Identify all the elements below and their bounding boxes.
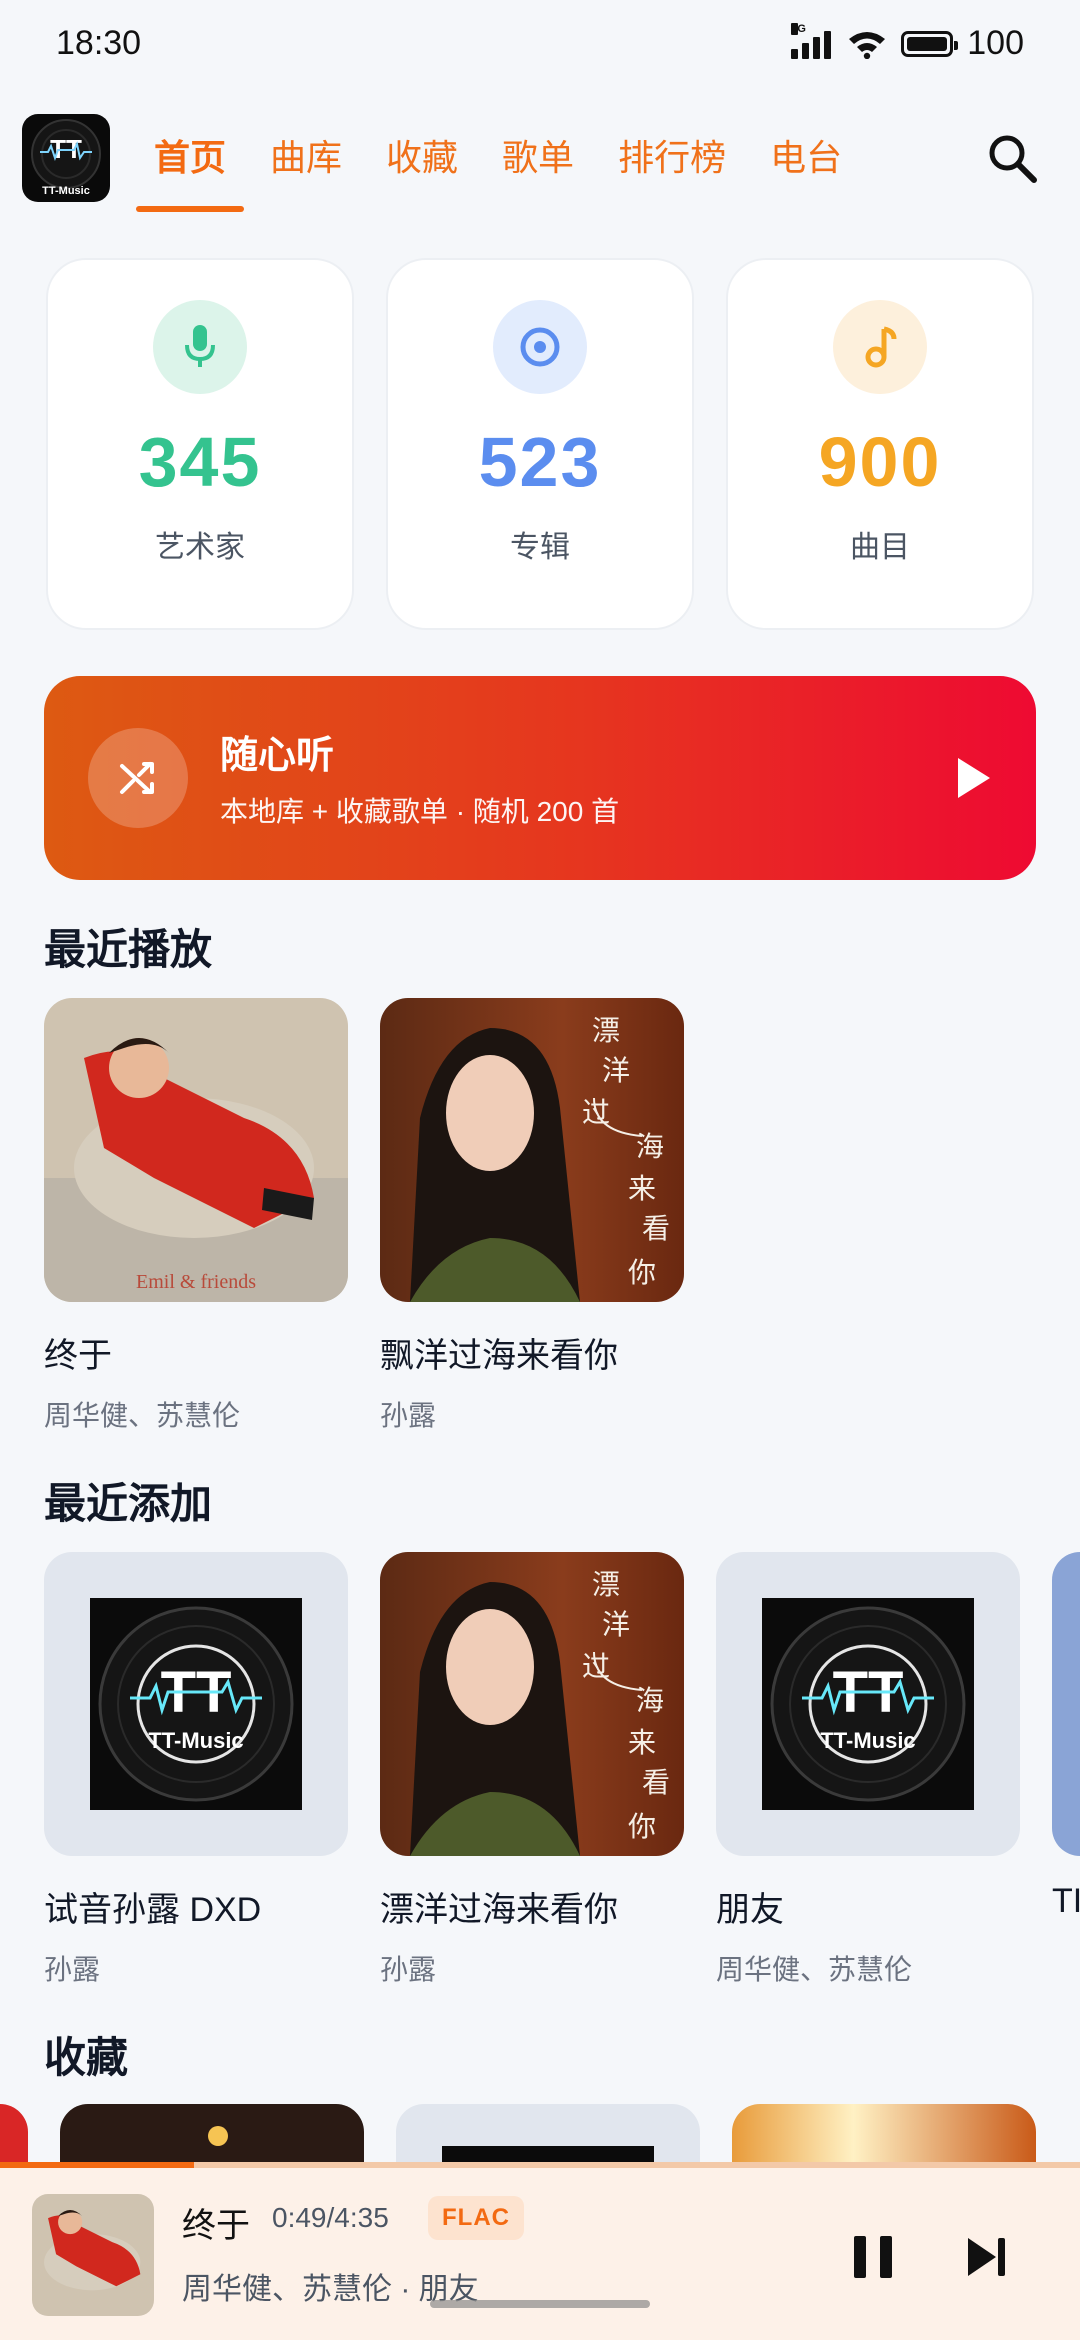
signal-icon: 5G [791,22,833,59]
album-cover-blue [1052,1552,1080,1856]
stat-value: 345 [138,423,262,501]
item-title[interactable]: 飘洋过海来看你 [380,1328,618,1377]
section-title-recent-played: 最近播放 [44,926,213,973]
tab-playlists[interactable]: 歌单 [484,108,592,208]
stat-card-albums[interactable]: 523 专辑 [386,258,694,630]
top-nav: TT TT-Music 首页 曲库 收藏 歌单 排行榜 电台 [0,108,1080,218]
search-icon[interactable] [984,130,1040,186]
tab-home[interactable]: 首页 [136,108,245,212]
shuffle-title: 随心听 [220,735,335,777]
svg-text:漂: 漂 [592,1568,620,1601]
favorite-cover[interactable] [0,2104,28,2162]
svg-text:来: 来 [628,1172,656,1205]
item-title[interactable]: 漂洋过海来看你 [380,1882,618,1931]
stat-label: 曲目 [850,531,910,564]
clipped-item[interactable]: TI YC [1052,1552,1080,1952]
stat-card-tracks[interactable]: 900 曲目 [726,258,1034,630]
item-artist: 周华健、苏慧伦 [44,1400,241,1431]
item-artist: 孙露 [44,1954,101,1985]
status-icons: 5G 100 [791,22,1024,63]
item-artist: YC [1052,1948,1080,1952]
album-cover-sunlu[interactable]: 漂 洋 过 海 来 看 你 [380,998,684,1302]
app-logo[interactable]: TT TT-Music [22,114,110,202]
item-title[interactable]: 终于 [44,1328,112,1377]
item-title[interactable]: 试音孙露 DXD [44,1882,261,1931]
stat-label: 艺术家 [155,531,245,564]
section-title-recent-added: 最近添加 [44,1480,213,1527]
status-time: 18:30 [56,24,142,62]
svg-text:洋: 洋 [602,1608,630,1641]
svg-text:Emil & friends: Emil & friends [136,1271,256,1293]
pause-icon[interactable] [850,2232,896,2282]
now-playing-cover[interactable] [32,2194,154,2316]
stat-value: 523 [478,423,602,501]
svg-text:TT-Music: TT-Music [148,1728,243,1753]
shuffle-subtitle: 本地库 + 收藏歌单 · 随机 200 首 [220,796,620,827]
wifi-icon [849,31,886,59]
svg-text:TT-Music: TT-Music [42,185,90,197]
status-bar: 18:30 5G 100 [0,0,1080,92]
battery-level: 100 [967,24,1024,62]
tab-charts[interactable]: 排行榜 [600,108,744,208]
svg-text:洋: 洋 [602,1054,630,1087]
svg-text:来: 来 [628,1726,656,1759]
now-playing-bar[interactable]: 终于 0:49/4:35 FLAC 周华健、苏慧伦 · 朋友 [0,2168,1080,2340]
stat-card-artists[interactable]: 345 艺术家 [46,258,354,630]
favorite-cover[interactable] [60,2104,364,2162]
item-artist: 孙露 [380,1400,437,1431]
stat-label: 专辑 [510,531,570,564]
home-indicator[interactable] [430,2300,650,2308]
format-badge: FLAC [428,2196,524,2240]
tab-radio[interactable]: 电台 [752,108,860,208]
disc-icon [493,300,587,394]
favorites-row [0,2104,1080,2162]
now-playing-title: 终于 [182,2207,250,2245]
microphone-icon [153,300,247,394]
item-artist: 周华健、苏慧伦 [716,1954,913,1985]
svg-text:你: 你 [628,1810,656,1843]
battery-icon [901,30,959,57]
favorite-cover[interactable] [732,2104,1036,2162]
item-title[interactable]: 朋友 [716,1882,784,1931]
shuffle-icon [88,728,188,828]
play-icon[interactable] [944,750,1000,806]
album-cover-sunlu[interactable]: 漂 洋 过 海 来 看 你 [380,1552,684,1856]
item-title: TI [1052,1882,1080,1920]
shuffle-play-banner[interactable]: 随心听 本地库 + 收藏歌单 · 随机 200 首 [44,676,1036,880]
main-tabs: 首页 曲库 收藏 歌单 排行榜 电台 [136,108,868,218]
svg-text:看: 看 [642,1212,670,1245]
item-artist: 孙露 [380,1954,437,1985]
section-title-favorites: 收藏 [44,2034,129,2081]
svg-text:TT-Music: TT-Music [820,1728,915,1753]
svg-text:看: 看 [642,1766,670,1799]
tab-library[interactable]: 曲库 [252,108,360,208]
stat-value: 900 [818,423,942,501]
network-type-label: 5G [791,22,806,35]
album-cover-emil-friends[interactable]: Emil & friends [44,998,348,1302]
album-cover-tt-music[interactable]: TT TT-Music [44,1552,348,1856]
tab-favorites[interactable]: 收藏 [368,108,476,208]
svg-text:你: 你 [628,1256,656,1289]
svg-text:漂: 漂 [592,1014,620,1047]
favorite-cover[interactable] [396,2104,700,2162]
now-playing-time: 0:49/4:35 [272,2202,389,2233]
album-cover-tt-music[interactable]: TT TT-Music [716,1552,1020,1856]
next-track-icon[interactable] [964,2234,1010,2280]
music-note-icon [833,300,927,394]
